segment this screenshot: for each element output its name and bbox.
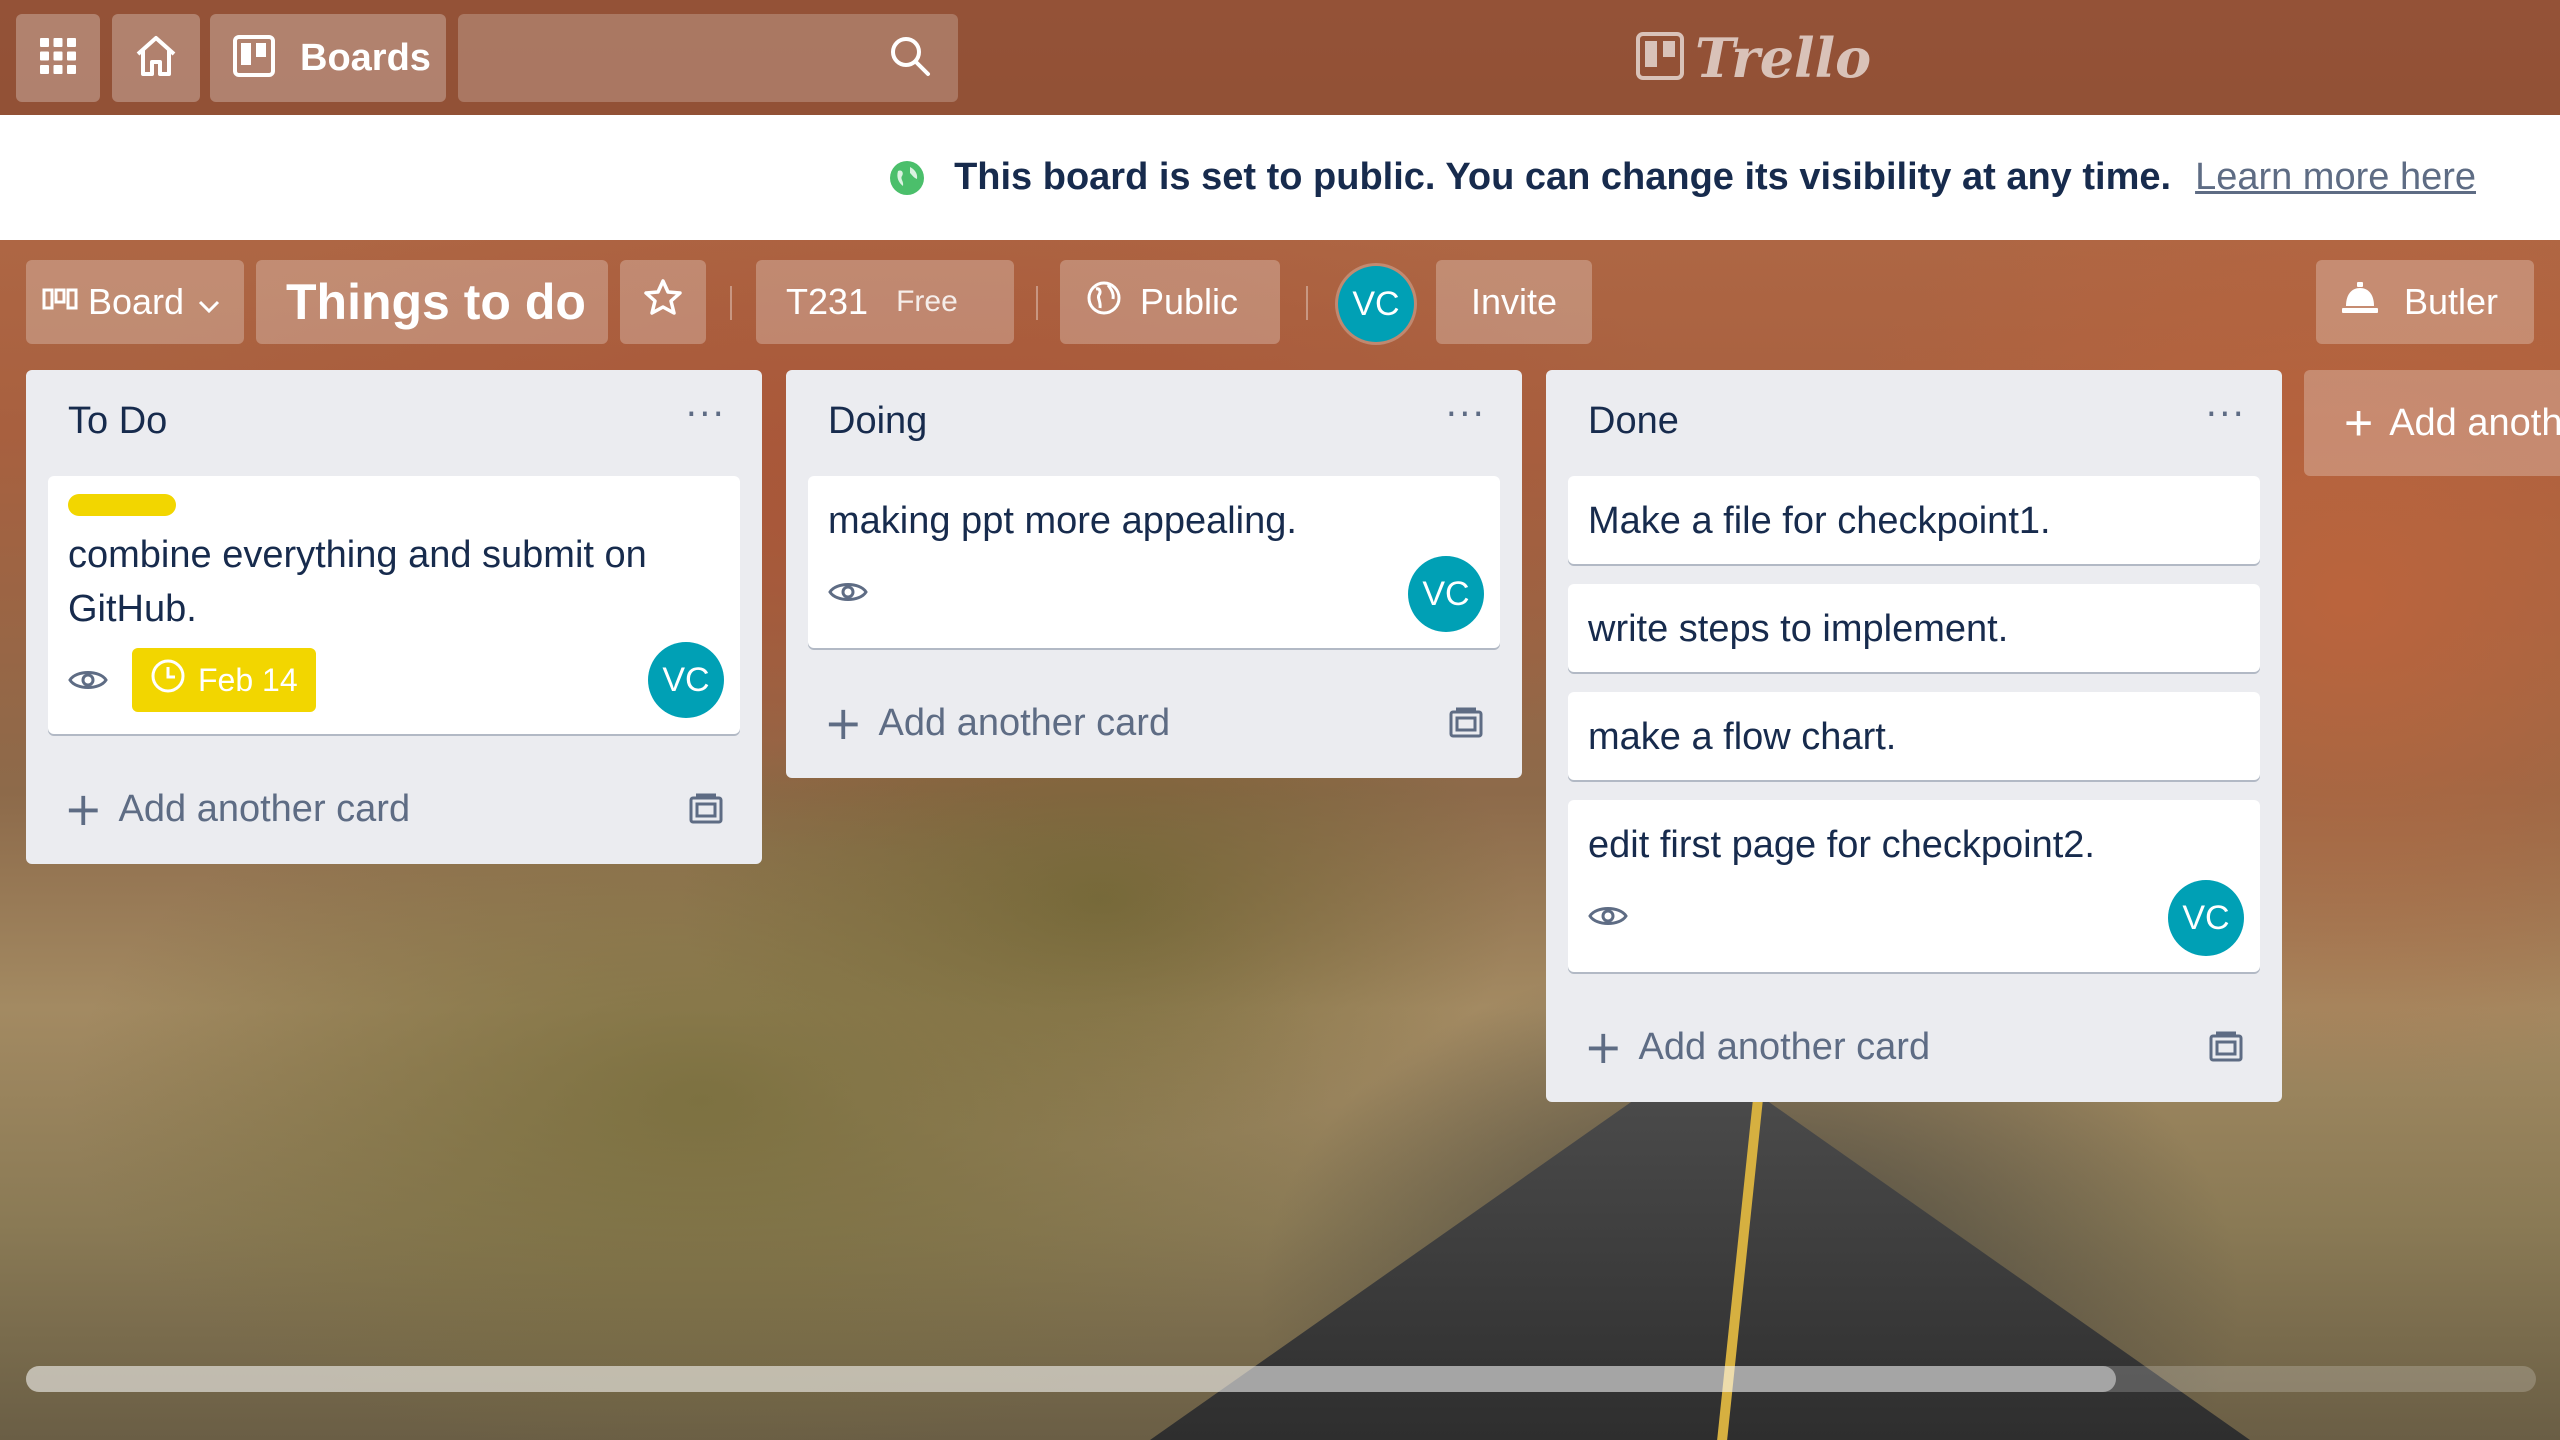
- card-badges: Feb 14: [68, 648, 720, 712]
- list-header[interactable]: To Do ···: [48, 370, 740, 476]
- horizontal-scrollbar[interactable]: [26, 1366, 2536, 1392]
- card[interactable]: edit first page for checkpoint2. VC: [1568, 800, 2260, 972]
- apps-grid-icon: [38, 36, 78, 80]
- trello-logo-text: Trello: [1695, 26, 1872, 90]
- scrollbar-thumb[interactable]: [26, 1366, 2116, 1392]
- list-menu-button[interactable]: ···: [686, 394, 726, 435]
- add-card-button[interactable]: + Add another card: [808, 668, 1500, 778]
- card-badges: [1588, 884, 2240, 948]
- list-header[interactable]: Doing ···: [808, 370, 1500, 476]
- card-member-avatar[interactable]: VC: [2168, 880, 2244, 956]
- star-board-button[interactable]: [620, 260, 706, 344]
- top-header: Boards Trello: [0, 0, 2560, 115]
- card-title: Make a file for checkpoint1.: [1588, 500, 2051, 542]
- butler-label: Butler: [2404, 281, 2499, 322]
- star-icon: [643, 278, 683, 327]
- list-title[interactable]: Done: [1588, 400, 1679, 443]
- butler-bell-icon: [2340, 280, 2380, 325]
- plan-badge: Free: [896, 285, 958, 318]
- globe-icon: [1086, 280, 1122, 325]
- card-title: edit first page for checkpoint2.: [1588, 824, 2095, 866]
- plus-icon: +: [824, 696, 863, 750]
- watching-eye-icon: [828, 578, 868, 606]
- boards-icon: [232, 34, 276, 82]
- list-header[interactable]: Done ···: [1568, 370, 2260, 476]
- board-view-switcher[interactable]: Board: [26, 260, 244, 344]
- header-divider: [730, 286, 732, 320]
- visibility-notice-text: This board is set to public. You can cha…: [954, 156, 2172, 198]
- card[interactable]: Make a file for checkpoint1.: [1568, 476, 2260, 564]
- list-doing: Doing ··· making ppt more appealing. VC …: [786, 370, 1522, 778]
- watching-eye-icon: [68, 666, 108, 694]
- add-list-button[interactable]: + Add another list: [2304, 370, 2560, 476]
- invite-button[interactable]: Invite: [1436, 260, 1592, 344]
- plus-icon: +: [1584, 1020, 1623, 1074]
- learn-more-link[interactable]: Learn more here: [2195, 156, 2476, 199]
- board-view-icon: [42, 281, 78, 323]
- card-template-icon[interactable]: [2208, 1030, 2244, 1068]
- card[interactable]: make a flow chart.: [1568, 692, 2260, 780]
- team-name: T231: [786, 281, 869, 322]
- plus-icon: +: [64, 782, 103, 836]
- list-title[interactable]: To Do: [68, 400, 167, 443]
- card-template-icon[interactable]: [1448, 706, 1484, 744]
- board-title[interactable]: Things to do: [256, 260, 608, 344]
- trello-logo[interactable]: Trello: [1635, 26, 1871, 90]
- card-title: combine everything and submit on GitHub.: [68, 534, 647, 630]
- member-avatar[interactable]: VC: [1338, 266, 1414, 342]
- card-title: write steps to implement.: [1588, 608, 2009, 650]
- apps-button[interactable]: [16, 14, 100, 102]
- card-label-yellow[interactable]: [68, 494, 176, 516]
- card[interactable]: write steps to implement.: [1568, 584, 2260, 672]
- board-view-label: Board: [88, 281, 185, 322]
- add-card-button[interactable]: + Add another card: [48, 754, 740, 864]
- card[interactable]: making ppt more appealing. VC: [808, 476, 1500, 648]
- butler-button[interactable]: Butler: [2316, 260, 2534, 344]
- visibility-label: Public: [1140, 281, 1239, 322]
- card-member-avatar[interactable]: VC: [1408, 556, 1484, 632]
- clock-icon: [150, 658, 186, 702]
- globe-icon: [890, 160, 925, 195]
- list-menu-button[interactable]: ···: [2206, 394, 2246, 435]
- add-card-label: Add another card: [118, 787, 411, 830]
- card-template-icon[interactable]: [688, 792, 724, 830]
- header-divider: [1036, 286, 1038, 320]
- card-title: making ppt more appealing.: [828, 500, 1297, 542]
- list-to-do: To Do ··· combine everything and submit …: [26, 370, 762, 864]
- header-divider: [1306, 286, 1308, 320]
- card[interactable]: combine everything and submit on GitHub.…: [48, 476, 740, 734]
- home-button[interactable]: [112, 14, 200, 102]
- add-card-label: Add another card: [1638, 1025, 1931, 1068]
- plus-icon: +: [2344, 395, 2374, 451]
- list-title[interactable]: Doing: [828, 400, 927, 443]
- home-icon: [132, 32, 180, 84]
- add-list-label: Add another list: [2389, 401, 2560, 444]
- due-date-badge[interactable]: Feb 14: [132, 648, 316, 712]
- chevron-down-icon: [198, 281, 220, 323]
- boards-label: Boards: [300, 36, 431, 79]
- card-badges: [828, 560, 1480, 624]
- search-icon: [888, 34, 932, 82]
- search-input[interactable]: [458, 14, 958, 102]
- visibility-notice-banner: This board is set to public. You can cha…: [0, 115, 2560, 240]
- card-title: make a flow chart.: [1588, 716, 1897, 758]
- trello-logo-icon: [1635, 31, 1685, 85]
- list-menu-button[interactable]: ···: [1446, 394, 1486, 435]
- visibility-button[interactable]: Public: [1060, 260, 1280, 344]
- add-card-label: Add another card: [878, 701, 1171, 744]
- team-button[interactable]: T231 Free: [756, 260, 1014, 344]
- list-done: Done ··· Make a file for checkpoint1. wr…: [1546, 370, 2282, 1102]
- boards-button[interactable]: Boards: [210, 14, 446, 102]
- card-member-avatar[interactable]: VC: [648, 642, 724, 718]
- add-card-button[interactable]: + Add another card: [1568, 992, 2260, 1102]
- watching-eye-icon: [1588, 902, 1628, 930]
- due-date-text: Feb 14: [198, 661, 298, 698]
